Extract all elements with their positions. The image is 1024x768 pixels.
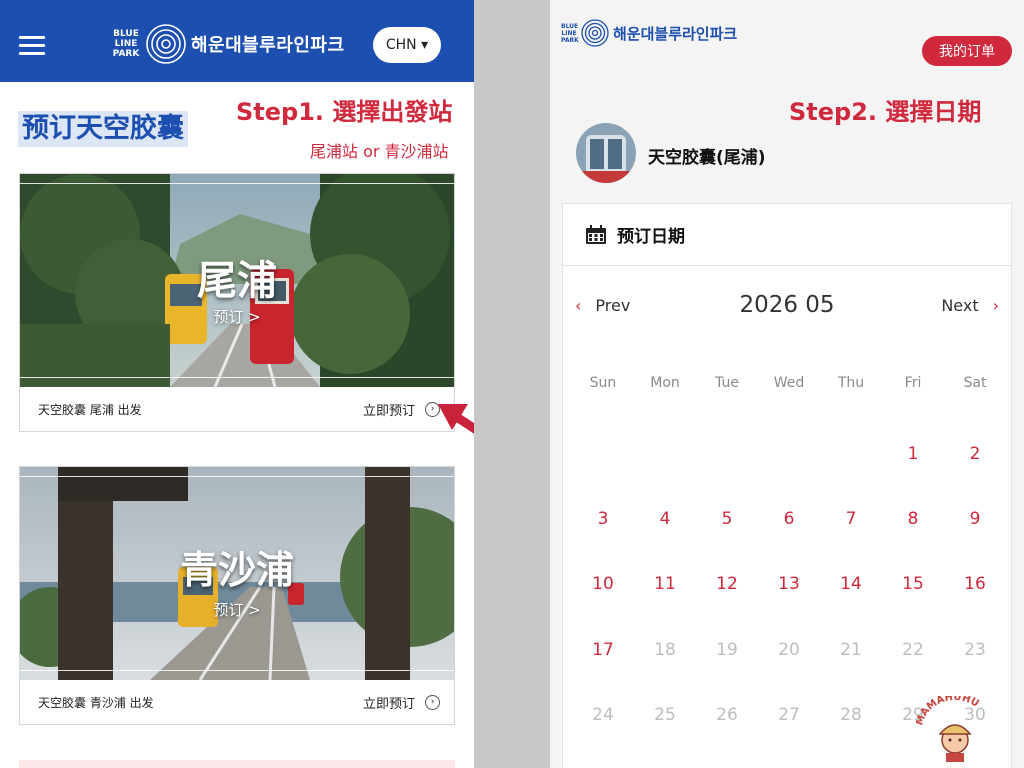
right-screen: BLUE LINE PARK 해운대블루라인파크 我的订单 Step2. 選擇日…	[550, 0, 1024, 768]
weekday-label: Wed	[773, 375, 805, 391]
available-day[interactable]: 9	[944, 504, 1006, 569]
next-label: Next	[941, 296, 979, 315]
calendar-title: 预订日期	[617, 227, 685, 247]
screen-gap	[474, 0, 550, 768]
photo-divider-top	[20, 183, 454, 184]
book-now-label: 立即预订	[362, 696, 415, 712]
unavailable-day: 20	[778, 639, 800, 660]
prev-label: Prev	[595, 296, 631, 315]
weekday-label: Fri	[904, 375, 922, 391]
step2-annotation: Step2. 選擇日期	[789, 98, 982, 126]
book-now-label: 立即预订	[362, 403, 415, 419]
available-day[interactable]: 8	[882, 504, 944, 569]
next-card-edge	[19, 760, 455, 768]
available-day[interactable]: 17	[572, 635, 634, 700]
step1-annotation: Step1. 選擇出發站	[236, 98, 453, 126]
product-name: 天空胶囊(尾浦)	[648, 148, 766, 168]
logo-mini-text: BLUE LINE PARK	[561, 22, 579, 44]
page-title: 预订天空胶囊	[18, 111, 188, 147]
unavailable-day: 21	[840, 639, 862, 660]
product-avatar	[576, 123, 636, 183]
photo-title: 青沙浦	[179, 548, 294, 592]
booking-calendar: 预订日期 2026 05 ‹ Prev Next › Sun Mon Tue Wed T…	[562, 203, 1012, 768]
available-day[interactable]: 5	[696, 504, 758, 569]
weekday-label: Mon	[650, 375, 680, 391]
photo-divider-bottom	[20, 377, 454, 378]
chevron-right-icon: ›	[992, 296, 999, 315]
logo-text: 해운대블루라인파크	[613, 24, 738, 43]
available-day[interactable]: 16	[944, 569, 1006, 634]
available-day[interactable]: 6	[758, 504, 820, 569]
site-logo[interactable]: BLUE LINE PARK 해운대블루라인파크	[111, 22, 345, 66]
unavailable-day: 24	[592, 704, 614, 725]
available-day[interactable]: 13	[758, 569, 820, 634]
unavailable-day: 27	[778, 704, 800, 725]
available-day[interactable]: 10	[572, 569, 634, 634]
unavailable-day: 26	[716, 704, 738, 725]
photo-divider-top	[20, 476, 454, 477]
chevron-left-icon: ‹	[575, 296, 582, 315]
step1-subnote: 尾浦站 or 青沙浦站	[310, 142, 449, 161]
empty-day-cell	[820, 439, 882, 504]
unavailable-day: 23	[964, 639, 986, 660]
unavailable-day: 18	[654, 639, 676, 660]
unavailable-day: 19	[716, 639, 738, 660]
svg-text:MAMAHUHU: MAMAHUHU	[916, 696, 981, 727]
available-day[interactable]: 7	[820, 504, 882, 569]
cheongsapo-photo[interactable]: 青沙浦 预订 >	[20, 467, 454, 680]
logo-mini-text: BLUE LINE PARK	[112, 29, 140, 59]
language-select[interactable]: CHN ▾	[373, 27, 441, 63]
prev-month-button[interactable]: ‹ Prev	[575, 296, 630, 315]
station-card-cheongsapo[interactable]: 青沙浦 预订 > 天空胶囊 青沙浦 出发 立即预订 ›	[19, 466, 455, 725]
arrow-circle-icon: ›	[425, 694, 440, 710]
unavailable-day: 28	[840, 704, 862, 725]
card-caption-text: 天空胶囊 尾浦 出发	[38, 402, 142, 417]
miopo-photo[interactable]: 尾浦 预订 >	[20, 174, 454, 387]
available-day[interactable]: 15	[882, 569, 944, 634]
available-day[interactable]: 1	[882, 439, 944, 504]
logo-text: 해운대블루라인파크	[191, 35, 345, 56]
month-navigation: 2026 05 ‹ Prev Next ›	[563, 292, 1011, 322]
book-now-link[interactable]: 立即预订 ›	[363, 400, 440, 419]
weekday-label: Sat	[963, 375, 987, 391]
card-caption: 天空胶囊 尾浦 出发 立即预订 ›	[20, 387, 454, 431]
photo-reserve-link[interactable]: 预订 >	[20, 599, 454, 620]
empty-day-cell	[696, 439, 758, 504]
weekday-row: Sun Mon Tue Wed Thu Fri Sat	[572, 375, 1006, 391]
menu-icon[interactable]	[19, 36, 45, 56]
logo-ring-icon	[581, 19, 609, 47]
card-caption-text: 天空胶囊 青沙浦 出发	[38, 695, 154, 710]
calendar-icon	[586, 224, 606, 244]
photo-reserve-link[interactable]: 预订 >	[20, 306, 454, 327]
weekday-label: Sun	[589, 375, 617, 391]
left-screen: BLUE LINE PARK 해운대블루라인파크 CHN ▾ 预订天空胶囊 St…	[0, 0, 474, 768]
available-day[interactable]: 11	[634, 569, 696, 634]
available-day[interactable]: 2	[944, 439, 1006, 504]
mamahuhu-watermark-logo: MAMAHUHU	[916, 696, 981, 762]
empty-day-cell	[634, 439, 696, 504]
top-bar: BLUE LINE PARK 해운대블루라인파크 CHN ▾	[0, 0, 474, 82]
logo-ring-icon	[146, 24, 186, 64]
station-card-miopo[interactable]: 尾浦 预订 > 天空胶囊 尾浦 出发 立即预订 ›	[19, 173, 455, 432]
available-day[interactable]: 3	[572, 504, 634, 569]
my-orders-button[interactable]: 我的订单	[922, 36, 1012, 66]
next-month-button[interactable]: Next ›	[941, 296, 999, 315]
empty-day-cell	[572, 439, 634, 504]
card-caption: 天空胶囊 青沙浦 出发 立即预订 ›	[20, 680, 454, 724]
available-day[interactable]: 4	[634, 504, 696, 569]
unavailable-day: 25	[654, 704, 676, 725]
book-now-link[interactable]: 立即预订 ›	[363, 693, 440, 712]
photo-title: 尾浦	[197, 258, 277, 304]
empty-day-cell	[758, 439, 820, 504]
calendar-header: 预订日期	[563, 204, 1011, 266]
weekday-label: Tue	[715, 375, 739, 391]
photo-divider-bottom	[20, 670, 454, 671]
weekday-label: Thu	[837, 375, 865, 391]
available-day[interactable]: 12	[696, 569, 758, 634]
capsule-thumbnail-image	[576, 123, 636, 183]
available-day[interactable]: 14	[820, 569, 882, 634]
site-logo[interactable]: BLUE LINE PARK 해운대블루라인파크	[561, 18, 737, 48]
unavailable-day: 22	[902, 639, 924, 660]
